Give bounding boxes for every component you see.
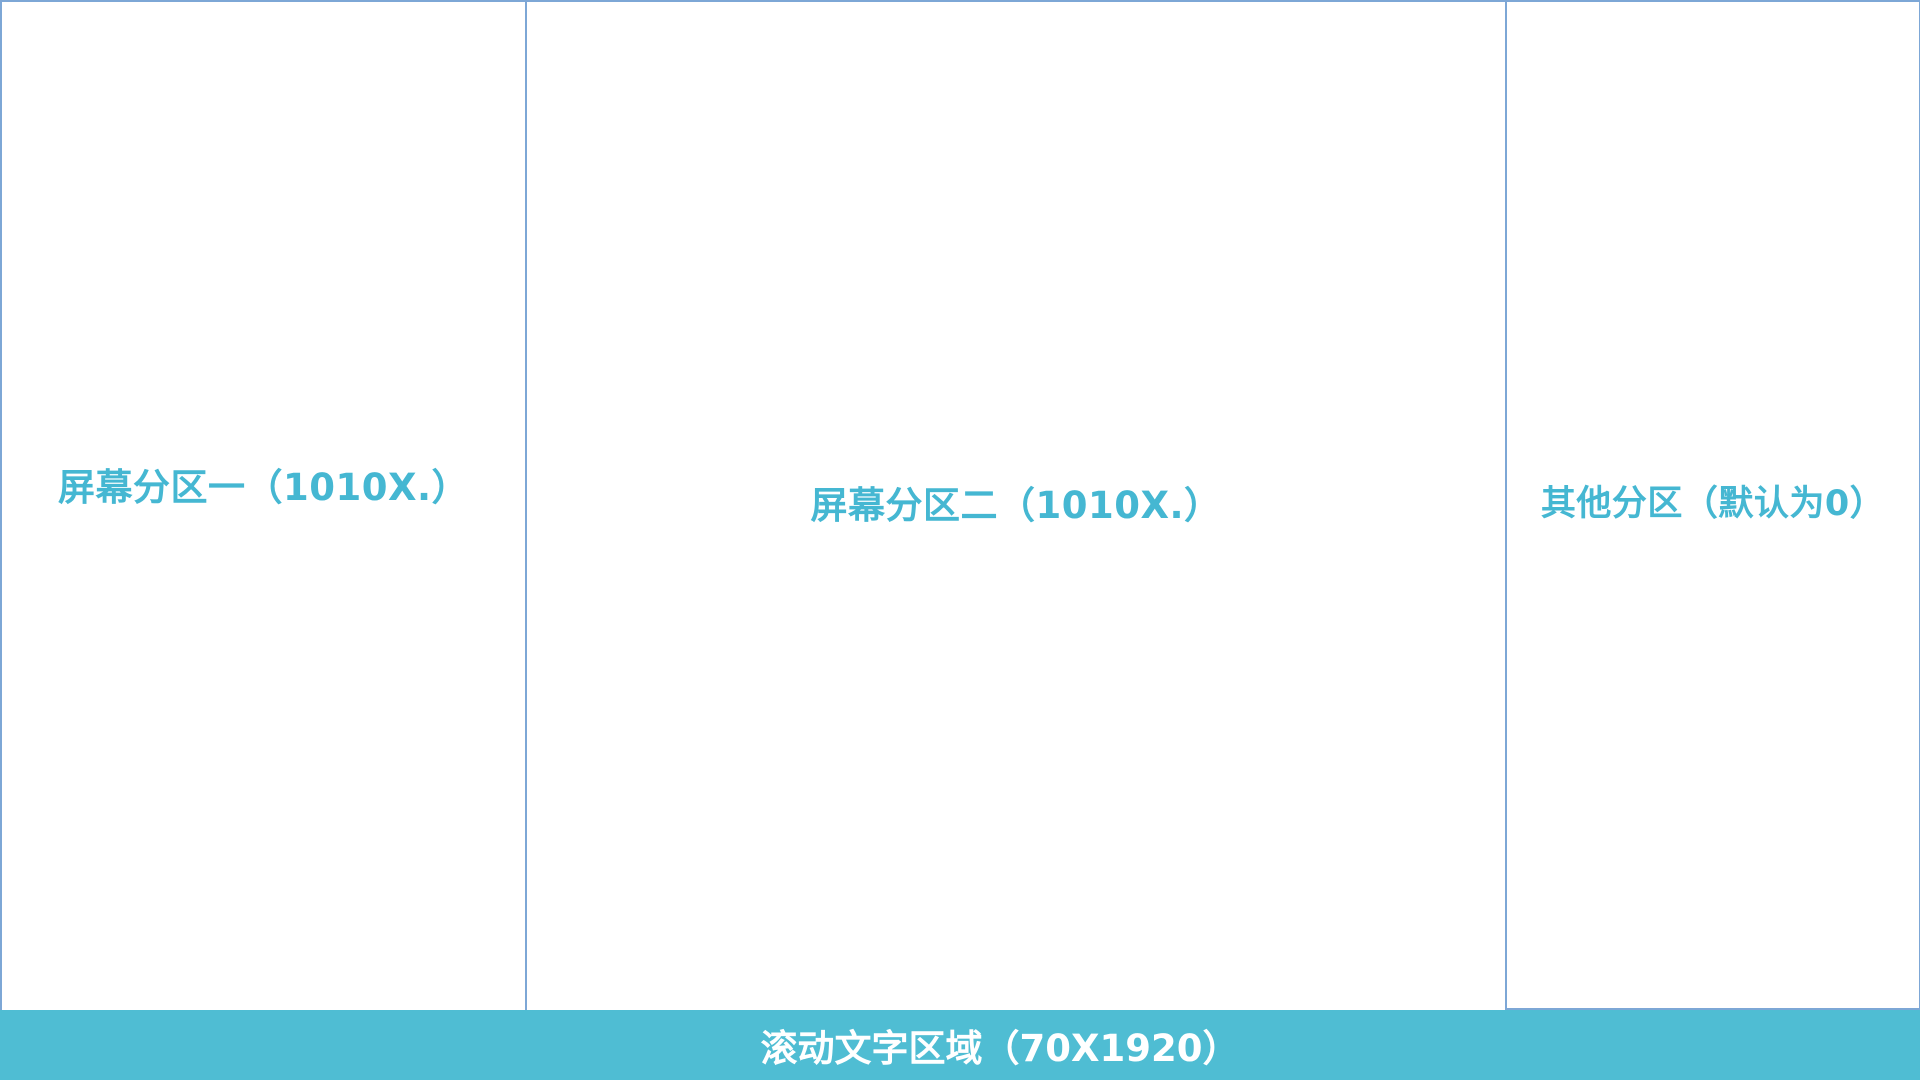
partition-other-label: 其他分区（默认为0） — [1540, 484, 1886, 524]
screen-partition-two: 屏幕分区二（1010X.） — [525, 0, 1507, 1012]
screen-partition-other: 其他分区（默认为0） — [1505, 0, 1920, 1010]
partition-one-label: 屏幕分区一（1010X.） — [57, 466, 470, 509]
scrolling-text-area: 滚动文字区域（70X1920） — [0, 1010, 1920, 1080]
screen-partition-one: 屏幕分区一（1010X.） — [0, 0, 527, 1012]
scrolling-text-label: 滚动文字区域（70X1920） — [760, 1027, 1240, 1070]
screen-layout: 屏幕分区一（1010X.） 屏幕分区二（1010X.） 其他分区（默认为0） 滚… — [0, 0, 1920, 1080]
partition-two-label: 屏幕分区二（1010X.） — [810, 483, 1222, 527]
